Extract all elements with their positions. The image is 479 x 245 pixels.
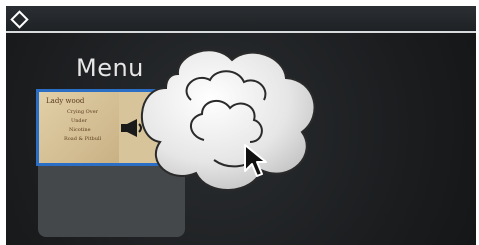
thumbnail-line: Road & Pitbull [64, 136, 102, 142]
thumbnail-art: Lady wood Crying Over Under Nicotine Roa… [39, 92, 119, 163]
thumbnail-line: Crying Over [67, 109, 98, 115]
cloud-graphic [140, 49, 316, 191]
app-frame: Menu Lady wood Crying Over Under Nicotin… [0, 0, 479, 245]
thumbnail-line: Under [71, 118, 87, 124]
pointer-icon [244, 144, 267, 177]
thumbnail-title: Lady wood [46, 97, 85, 105]
diamond-icon[interactable] [10, 10, 29, 29]
thumbnail-line: Nicotine [69, 127, 91, 133]
